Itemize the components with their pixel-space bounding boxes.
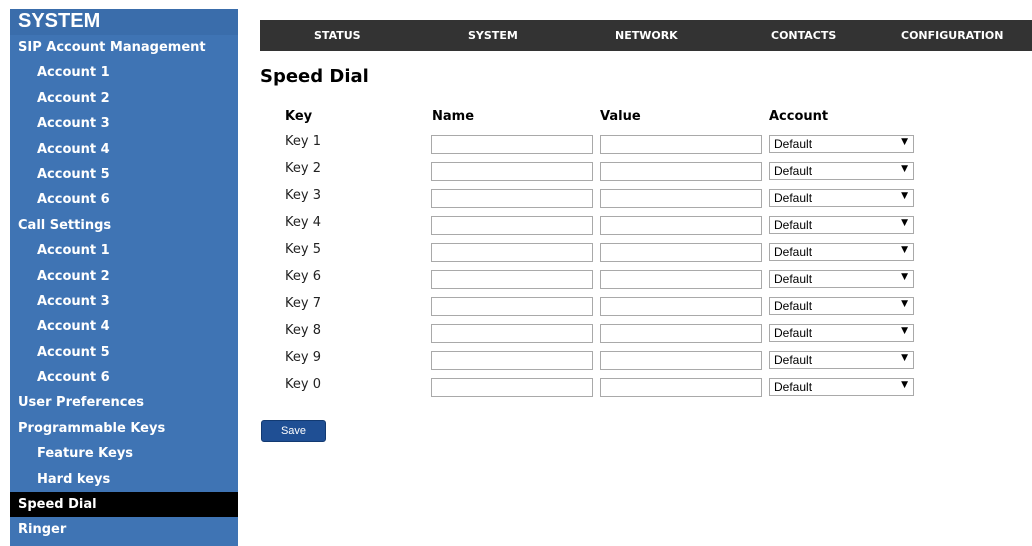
name-input[interactable] [431, 297, 593, 316]
sidebar-item-account-6[interactable]: Account 6 [10, 187, 238, 212]
account-select-value: Default [774, 299, 813, 313]
name-input[interactable] [431, 162, 593, 181]
name-input[interactable] [431, 243, 593, 262]
column-header-name: Name [432, 109, 475, 124]
chevron-down-icon: ▼ [901, 218, 908, 228]
sidebar-item-sip-account-management[interactable]: SIP Account Management [10, 35, 238, 60]
sidebar-item-account-6[interactable]: Account 6 [10, 365, 238, 390]
account-select-value: Default [774, 326, 813, 340]
account-select-value: Default [774, 353, 813, 367]
chevron-down-icon: ▼ [901, 164, 908, 174]
page-title: Speed Dial [260, 66, 369, 87]
chevron-down-icon: ▼ [901, 137, 908, 147]
sidebar: SYSTEM SIP Account Management Account 1 Ac… [10, 9, 238, 546]
value-input[interactable] [600, 216, 762, 235]
account-select[interactable]: Default ▼ [769, 351, 914, 369]
sidebar-item-programmable-keys[interactable]: Programmable Keys [10, 416, 238, 441]
row-key-label: Key 6 [285, 269, 321, 284]
account-select-value: Default [774, 245, 813, 259]
row-key-label: Key 8 [285, 323, 321, 338]
tab-contacts[interactable]: CONTACTS [771, 20, 836, 51]
value-input[interactable] [600, 270, 762, 289]
sidebar-item-account-1[interactable]: Account 1 [10, 60, 238, 85]
value-input[interactable] [600, 351, 762, 370]
tab-configuration[interactable]: CONFIGURATION [901, 20, 1003, 51]
sidebar-menu: SIP Account Management Account 1 Account 2… [10, 35, 238, 543]
account-select[interactable]: Default ▼ [769, 216, 914, 234]
account-select-value: Default [774, 272, 813, 286]
row-key-label: Key 4 [285, 215, 321, 230]
column-header-account: Account [769, 109, 829, 124]
chevron-down-icon: ▼ [901, 326, 908, 336]
account-select-value: Default [774, 137, 813, 151]
account-select[interactable]: Default ▼ [769, 378, 914, 396]
row-key-label: Key 3 [285, 188, 321, 203]
name-input[interactable] [431, 270, 593, 289]
column-header-value: Value [600, 109, 641, 124]
tab-network[interactable]: NETWORK [615, 20, 678, 51]
value-input[interactable] [600, 189, 762, 208]
sidebar-item-account-4[interactable]: Account 4 [10, 137, 238, 162]
row-key-label: Key 2 [285, 161, 321, 176]
top-navigation: STATUS SYSTEM NETWORK CONTACTS CONFIGURA… [260, 20, 1032, 51]
sidebar-item-hard-keys[interactable]: Hard keys [10, 467, 238, 492]
sidebar-item-account-3[interactable]: Account 3 [10, 289, 238, 314]
chevron-down-icon: ▼ [901, 380, 908, 390]
chevron-down-icon: ▼ [901, 245, 908, 255]
account-select[interactable]: Default ▼ [769, 324, 914, 342]
sidebar-item-account-4[interactable]: Account 4 [10, 314, 238, 339]
value-input[interactable] [600, 378, 762, 397]
value-input[interactable] [600, 135, 762, 154]
chevron-down-icon: ▼ [901, 191, 908, 201]
sidebar-item-account-1[interactable]: Account 1 [10, 238, 238, 263]
account-select[interactable]: Default ▼ [769, 189, 914, 207]
sidebar-item-ringer[interactable]: Ringer [10, 517, 238, 542]
name-input[interactable] [431, 324, 593, 343]
row-key-label: Key 1 [285, 134, 321, 149]
sidebar-item-call-settings[interactable]: Call Settings [10, 213, 238, 238]
sidebar-item-account-2[interactable]: Account 2 [10, 86, 238, 111]
name-input[interactable] [431, 378, 593, 397]
sidebar-item-account-3[interactable]: Account 3 [10, 111, 238, 136]
account-select[interactable]: Default ▼ [769, 162, 914, 180]
sidebar-item-user-preferences[interactable]: User Preferences [10, 390, 238, 415]
chevron-down-icon: ▼ [901, 299, 908, 309]
account-select[interactable]: Default ▼ [769, 243, 914, 261]
value-input[interactable] [600, 297, 762, 316]
row-key-label: Key 9 [285, 350, 321, 365]
tab-system[interactable]: SYSTEM [468, 20, 518, 51]
account-select[interactable]: Default ▼ [769, 297, 914, 315]
value-input[interactable] [600, 243, 762, 262]
name-input[interactable] [431, 189, 593, 208]
row-key-label: Key 5 [285, 242, 321, 257]
chevron-down-icon: ▼ [901, 272, 908, 282]
account-select-value: Default [774, 191, 813, 205]
account-select-value: Default [774, 164, 813, 178]
value-input[interactable] [600, 324, 762, 343]
row-key-label: Key 0 [285, 377, 321, 392]
sidebar-item-account-5[interactable]: Account 5 [10, 162, 238, 187]
chevron-down-icon: ▼ [901, 353, 908, 363]
account-select[interactable]: Default ▼ [769, 270, 914, 288]
name-input[interactable] [431, 135, 593, 154]
sidebar-item-account-5[interactable]: Account 5 [10, 340, 238, 365]
value-input[interactable] [600, 162, 762, 181]
save-button[interactable]: Save [261, 420, 326, 442]
name-input[interactable] [431, 216, 593, 235]
row-key-label: Key 7 [285, 296, 321, 311]
account-select-value: Default [774, 218, 813, 232]
sidebar-title: SYSTEM [10, 9, 238, 35]
sidebar-item-feature-keys[interactable]: Feature Keys [10, 441, 238, 466]
account-select[interactable]: Default ▼ [769, 135, 914, 153]
name-input[interactable] [431, 351, 593, 370]
tab-status[interactable]: STATUS [314, 20, 361, 51]
sidebar-item-speed-dial[interactable]: Speed Dial [10, 492, 238, 518]
column-header-key: Key [285, 109, 313, 124]
sidebar-item-account-2[interactable]: Account 2 [10, 264, 238, 289]
account-select-value: Default [774, 380, 813, 394]
